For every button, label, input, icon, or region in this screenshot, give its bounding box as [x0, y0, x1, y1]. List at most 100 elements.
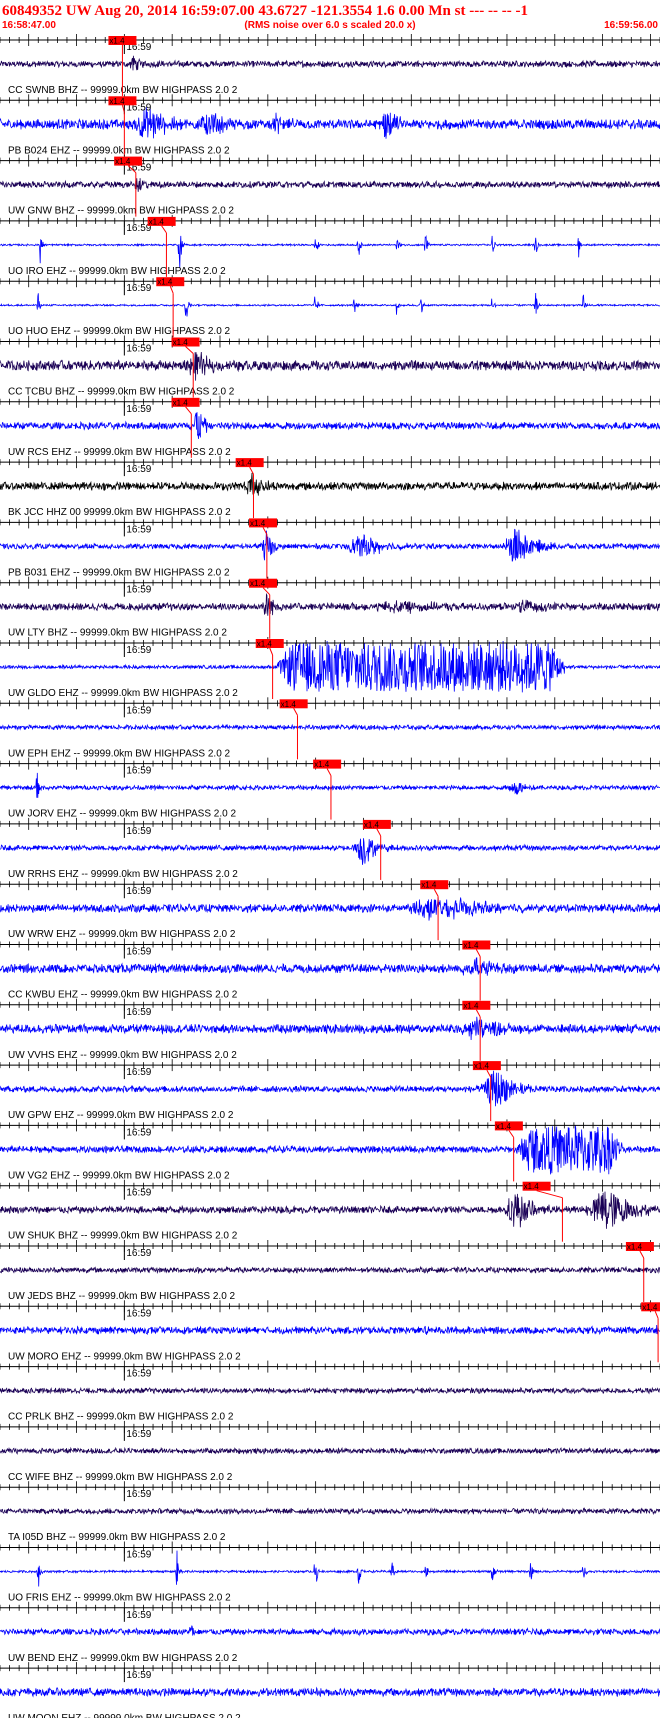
waveform-trace — [0, 528, 660, 562]
pick-line-slope — [185, 406, 192, 415]
trace-row: 16:59 UW RCS EHZ -- 99999.0km BW HIGHPASS… — [0, 395, 660, 458]
waveform-trace — [0, 838, 660, 865]
waveform-trace — [0, 1386, 660, 1395]
pick-flag-label: x1.4 — [463, 941, 479, 950]
pick-line-slope — [326, 768, 332, 776]
rms-noise-subtitle: (RMS noise over 6.0 s scaled 20.0 x) — [244, 20, 415, 31]
waveform-trace — [0, 1265, 660, 1275]
station-label: UO HUO EHZ -- 99999.0km BW HIGHPASS 2.0 … — [8, 326, 231, 337]
trace-row: 16:59UO IRO EHZ -- 99999.0km BW HIGHPASS… — [0, 214, 660, 277]
waveform-trace — [0, 1016, 660, 1041]
pick-flag-label: x1.4 — [250, 579, 266, 588]
waveform-trace — [0, 723, 660, 732]
pick-flag-label: x1.4 — [173, 338, 189, 347]
minute-label: 16:59 — [126, 1248, 151, 1259]
station-label: CC PRLK BHZ -- 99999.0km BW HIGHPASS 2.0… — [8, 1412, 234, 1423]
station-label: TA I05D BHZ -- 99999.0km BW HIGHPASS 2.0… — [8, 1532, 226, 1543]
pick-line-slope — [639, 1250, 645, 1259]
trace-row: 16:59 BK JCC HHZ 00 99999.0km BW HIGHPASS… — [0, 456, 660, 519]
pick-flag-label: x1.4 — [115, 157, 131, 166]
pick-line-slope — [169, 286, 174, 294]
trace-row: 16:59 UW WRW EHZ -- 99999.0km BW HIGHPASS… — [0, 878, 660, 941]
station-label: UW GLDO EHZ -- 99999.0km BW HIGHPASS 2.0… — [8, 688, 238, 699]
trace-row: 16:59 CC WIFE BHZ -- 99999.0km BW HIGHPAS… — [0, 1420, 660, 1483]
trace-panels: 16:59CC SWNB BHZ -- 99999.0km BW HIGHPAS… — [0, 34, 660, 1718]
station-label: UW WRW EHZ -- 99999.0km BW HIGHPASS 2.0 … — [8, 929, 236, 940]
pick-line-slope — [433, 888, 439, 897]
pick-line-slope — [475, 1009, 481, 1018]
minute-label: 16:59 — [126, 524, 151, 535]
station-label: UW GNW BHZ -- 99999.0km BW HIGHPASS 2.0 … — [8, 206, 234, 217]
pick-flag-label: x1.4 — [250, 519, 266, 528]
waveform-trace — [0, 1507, 660, 1516]
pick-line-slope — [475, 949, 481, 957]
station-label: UO FRIS EHZ -- 99999.0km BW HIGHPASS 2.0… — [8, 1593, 231, 1604]
trace-row: 16:59 CC KWBU EHZ -- 99999.0km BW HIGHPAS… — [0, 938, 660, 1001]
seismogram-plot: 60849352 UW Aug 20, 2014 16:59:07.00 43.… — [0, 3, 660, 1718]
waveform-trace — [0, 592, 660, 616]
waveform-trace — [0, 957, 660, 976]
waveform-trace — [0, 1686, 660, 1698]
station-label: UW RCS EHZ -- 99999.0km BW HIGHPASS 2.0 … — [8, 447, 231, 458]
minute-label: 16:59 — [126, 1369, 151, 1380]
minute-label: 16:59 — [126, 1429, 151, 1440]
minute-label: 16:59 — [126, 585, 151, 596]
station-label: CC KWBU EHZ -- 99999.0km BW HIGHPASS 2.0… — [8, 990, 238, 1001]
trace-row: 16:59 UW VVHS EHZ -- 99999.0km BW HIGHPAS… — [0, 998, 660, 1061]
station-label: PB B024 EHZ -- 99999.0km BW HIGHPASS 2.0… — [8, 145, 230, 156]
event-title: 60849352 UW Aug 20, 2014 16:59:07.00 43.… — [2, 3, 528, 19]
pick-line-slope — [249, 466, 254, 475]
minute-label: 16:59 — [126, 1610, 151, 1621]
minute-label: 16:59 — [126, 1670, 151, 1681]
trace-row: 16:59 UW JEDS BHZ -- 99999.0km BW HIGHPAS… — [0, 1240, 660, 1302]
pick-flag-label: x1.4 — [157, 278, 173, 287]
waveform-trace — [0, 1125, 660, 1175]
station-label: UW JORV EHZ -- 99999.0km BW HIGHPASS 2.0… — [8, 809, 236, 820]
waveform-trace — [0, 1446, 660, 1455]
station-label: UW EPH EHZ -- 99999.0km BW HIGHPASS 2.0 … — [8, 748, 231, 759]
pick-flag-label: x1.4 — [463, 1001, 479, 1010]
trace-row: 16:59 UO FRIS EHZ -- 99999.0km BW HIGHPAS… — [0, 1541, 660, 1604]
trace-row: 16:59PB B024 EHZ -- 99999.0km BW HIGHPAS… — [0, 94, 660, 157]
minute-label: 16:59 — [126, 1067, 151, 1078]
trace-row: 16:59UW MORO EHZ -- 99999.0km BW HIGHPAS… — [0, 1300, 660, 1363]
pick-flag-label: x1.4 — [109, 97, 125, 106]
start-time-label: 16:58:47.00 — [2, 20, 56, 31]
waveform-trace — [0, 55, 660, 71]
waveform-trace — [0, 292, 660, 317]
pick-line-slope — [269, 647, 274, 656]
station-label: UO IRO EHZ -- 99999.0km BW HIGHPASS 2.0 … — [8, 266, 226, 277]
trace-row: 16:59 UW RRHS EHZ -- 99999.0km BW HIGHPAS… — [0, 817, 660, 880]
waveform-trace — [0, 472, 660, 496]
station-label: CC TCBU BHZ -- 99999.0km BW HIGHPASS 2.0… — [8, 387, 235, 398]
waveform-trace — [0, 351, 660, 381]
minute-label: 16:59 — [126, 283, 151, 294]
waveform-trace — [0, 1625, 660, 1637]
waveform-trace — [0, 1324, 660, 1336]
pick-line-slope — [376, 828, 382, 837]
minute-label: 16:59 — [126, 404, 151, 415]
pick-flag-label: x1.4 — [173, 398, 189, 407]
minute-label: 16:59 — [126, 766, 151, 777]
end-time-label: 16:59:56.00 — [604, 20, 658, 31]
minute-label: 16:59 — [126, 1127, 151, 1138]
pick-line-slope — [536, 1190, 563, 1199]
station-label: UW MOON EHZ -- 99999.0km BW HIGHPASS 2.0… — [8, 1713, 241, 1718]
trace-row: 16:59 CC TCBU BHZ -- 99999.0km BW HIGHPAS… — [0, 335, 660, 398]
trace-row: 16:59 TA I05D BHZ -- 99999.0km BW HIGHPAS… — [0, 1481, 660, 1543]
trace-row: 16:59 UW GPW EHZ -- 99999.0km BW HIGHPASS… — [0, 1059, 660, 1122]
station-label: UW VG2 EHZ -- 99999.0km BW HIGHPASS 2.0 … — [8, 1170, 230, 1181]
station-label: CC WIFE BHZ -- 99999.0km BW HIGHPASS 2.0… — [8, 1472, 233, 1483]
minute-label: 16:59 — [126, 1308, 151, 1319]
station-label: UW VVHS EHZ -- 99999.0km BW HIGHPASS 2.0… — [8, 1050, 237, 1061]
minute-label: 16:59 — [126, 1188, 151, 1199]
pick-flag-label: x1.4 — [109, 37, 125, 46]
pick-flag-label: x1.4 — [281, 700, 297, 709]
pick-flag-label: x1.4 — [257, 640, 273, 649]
minute-label: 16:59 — [126, 886, 151, 897]
pick-line-slope — [185, 346, 194, 354]
trace-row: 16:59 UW SHUK BHZ -- 99999.0km BW HIGHPAS… — [0, 1179, 660, 1242]
trace-row: 16:59 UW GLDO EHZ -- 99999.0km BW HIGHPAS… — [0, 637, 660, 699]
minute-label: 16:59 — [126, 947, 151, 958]
waveform-trace — [0, 107, 660, 139]
